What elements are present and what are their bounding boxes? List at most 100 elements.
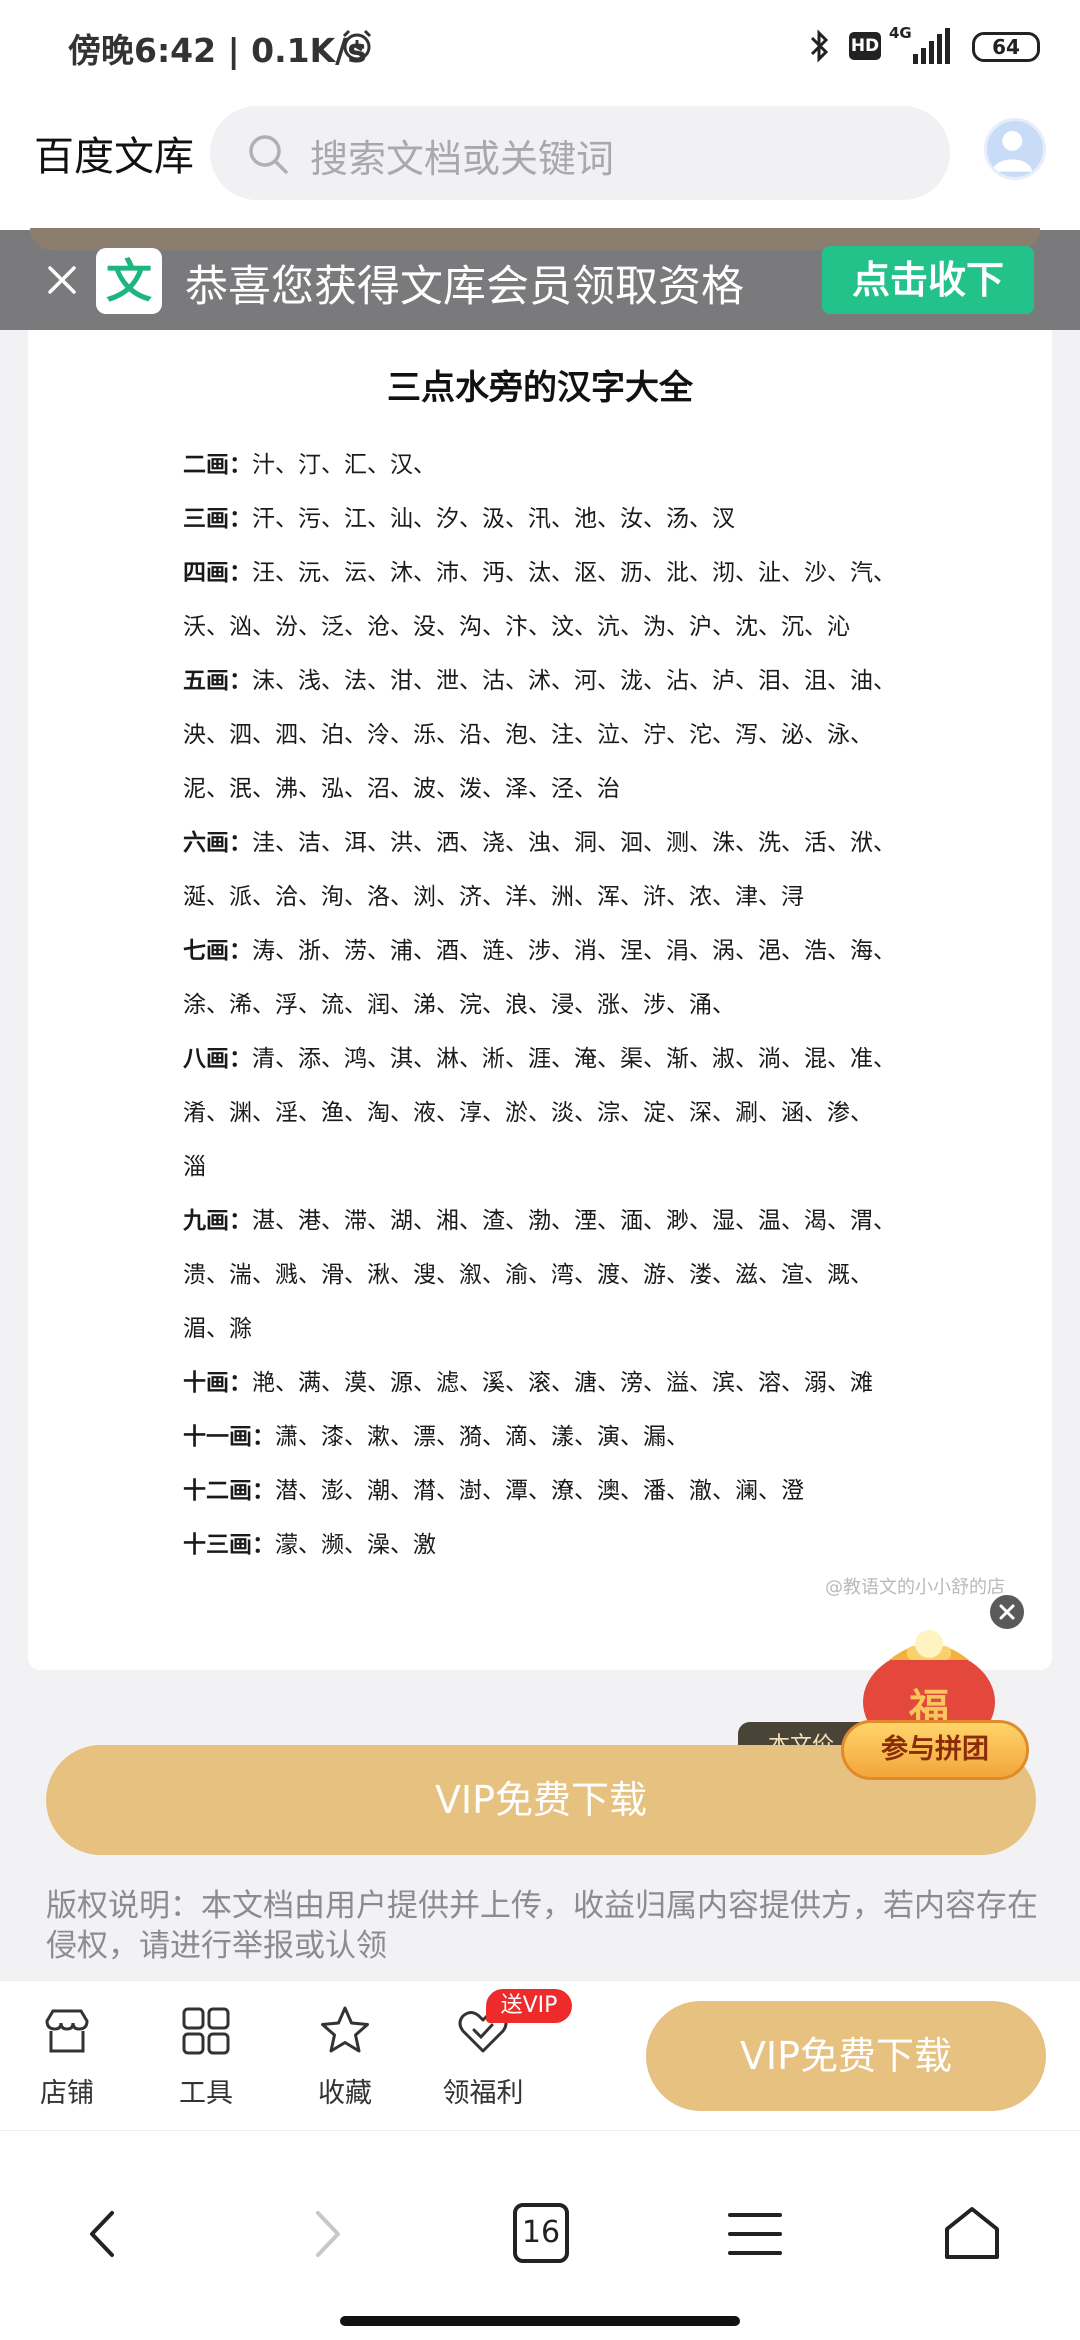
character-list: 泥、泯、沸、泓、沼、波、泼、泽、泾、治 bbox=[183, 776, 620, 802]
tabs-button[interactable]: 16 bbox=[513, 2203, 569, 2263]
bottom-action-bar: 店铺 工具 收藏 领福利 送VIP VIP免费下载 bbox=[0, 1980, 1080, 2130]
document-line: 沃、汹、汾、泛、沧、没、沟、汴、汶、沆、沩、沪、沈、沉、沁 bbox=[183, 600, 943, 654]
battery-icon: 64 bbox=[972, 32, 1040, 62]
network-type: 4G bbox=[889, 24, 912, 42]
back-icon[interactable] bbox=[70, 2199, 140, 2269]
close-icon[interactable] bbox=[42, 260, 82, 300]
document-line: 十二画：潜、澎、潮、潸、澍、潭、潦、澳、潘、澈、澜、澄 bbox=[183, 1464, 943, 1518]
stroke-count-label: 十画： bbox=[183, 1369, 252, 1396]
store-label: 店铺 bbox=[40, 2078, 94, 2109]
star-icon bbox=[321, 2006, 369, 2053]
document-line: 淄 bbox=[183, 1140, 943, 1194]
hd-icon: HD bbox=[849, 32, 881, 60]
document-line: 六画：洼、洁、洱、洪、洒、浇、浊、洞、洄、测、洙、洗、活、洑、 bbox=[183, 816, 943, 870]
member-promo-banner: 文 恭喜您获得文库会员领取资格 点击收下 bbox=[0, 228, 1080, 330]
character-list: 汗、污、江、汕、汐、汲、汛、池、汝、汤、汊 bbox=[252, 506, 735, 532]
claim-button[interactable]: 点击收下 bbox=[822, 246, 1034, 314]
store-button[interactable]: 店铺 bbox=[12, 2003, 122, 2123]
stroke-count-label: 二画： bbox=[183, 451, 252, 478]
stroke-count-label: 十二画： bbox=[183, 1477, 275, 1504]
wenku-logo-icon: 文 bbox=[96, 248, 162, 314]
document-title: 三点水旁的汉字大全 bbox=[387, 368, 693, 408]
character-list: 汁、汀、汇、汉、 bbox=[252, 452, 436, 478]
bluetooth-icon bbox=[810, 29, 829, 63]
document-line: 五画：沫、浅、法、泔、泄、沽、沭、河、泷、沾、泸、泪、沮、油、 bbox=[183, 654, 943, 708]
character-list: 濛、濒、澡、激 bbox=[275, 1532, 436, 1558]
search-placeholder: 搜索文档或关键词 bbox=[310, 137, 615, 181]
home-indicator bbox=[340, 2316, 740, 2326]
character-list: 淆、渊、淫、渔、淘、液、淳、淤、淡、淙、淀、深、涮、涵、渗、 bbox=[183, 1100, 873, 1126]
widget-close-button[interactable] bbox=[987, 1592, 1027, 1632]
document-body: 二画：汁、汀、汇、汉、 三画：汗、污、江、汕、汐、汲、汛、池、汝、汤、汊 四画：汪、… bbox=[183, 438, 943, 1572]
stroke-count-label: 七画： bbox=[183, 937, 252, 964]
stroke-count-label: 五画： bbox=[183, 667, 252, 694]
stroke-count-label: 三画： bbox=[183, 505, 252, 532]
stroke-count-label: 九画： bbox=[183, 1207, 252, 1234]
document-line: 二画：汁、汀、汇、汉、 bbox=[183, 438, 943, 492]
banner-text: 恭喜您获得文库会员领取资格 bbox=[185, 262, 744, 312]
document-line: 三画：汗、污、江、汕、汐、汲、汛、池、汝、汤、汊 bbox=[183, 492, 943, 546]
document-line: 涎、派、洽、洵、洛、浏、济、洋、洲、浑、浒、浓、津、浔 bbox=[183, 870, 943, 924]
stroke-count-label: 十三画： bbox=[183, 1531, 275, 1558]
character-list: 汪、沅、沄、沐、沛、沔、汰、沤、沥、沘、沏、沚、沙、汽、 bbox=[252, 560, 896, 586]
search-input[interactable]: 搜索文档或关键词 bbox=[210, 106, 950, 200]
tools-button[interactable]: 工具 bbox=[151, 2003, 261, 2123]
avatar[interactable] bbox=[984, 118, 1046, 180]
alarm-icon bbox=[342, 29, 372, 61]
document-line: 十三画：濛、濒、澡、激 bbox=[183, 1518, 943, 1572]
document-line: 泱、泗、泗、泊、泠、泺、沿、泡、注、泣、泞、沱、泻、泌、泳、 bbox=[183, 708, 943, 762]
vip-gift-badge: 送VIP bbox=[486, 1989, 572, 2023]
status-time: 傍晚6:42 | 0.1K/s bbox=[68, 31, 367, 70]
character-list: 淄 bbox=[183, 1154, 206, 1180]
favorite-label: 收藏 bbox=[318, 2078, 372, 2109]
document-line: 十画：滟、满、漠、源、滤、溪、滚、溏、滂、溢、滨、溶、溺、滩 bbox=[183, 1356, 943, 1410]
store-icon bbox=[45, 2009, 89, 2053]
document-line: 溃、湍、溅、滑、湫、溲、溆、渝、湾、渡、游、溇、滋、渲、溉、 bbox=[183, 1248, 943, 1302]
character-list: 涂、浠、浮、流、润、涕、浣、浪、浸、涨、涉、涌、 bbox=[183, 992, 735, 1018]
document-line: 八画：清、添、鸿、淇、淋、淅、涯、淹、渠、渐、淑、淌、混、准、 bbox=[183, 1032, 943, 1086]
stroke-count-label: 八画： bbox=[183, 1045, 252, 1072]
document-line: 四画：汪、沅、沄、沐、沛、沔、汰、沤、沥、沘、沏、沚、沙、汽、 bbox=[183, 546, 943, 600]
document-preview: 三点水旁的汉字大全 二画：汁、汀、汇、汉、 三画：汗、污、江、汕、汐、汲、汛、池、… bbox=[28, 330, 1052, 1670]
character-list: 涎、派、洽、洵、洛、浏、济、洋、洲、浑、浒、浓、津、浔 bbox=[183, 884, 804, 910]
home-icon[interactable] bbox=[937, 2199, 1007, 2269]
document-line: 泥、泯、沸、泓、沼、波、泼、泽、泾、治 bbox=[183, 762, 943, 816]
join-group-button[interactable]: 参与拼团 bbox=[841, 1720, 1029, 1780]
grid-icon bbox=[182, 2007, 230, 2055]
character-list: 沫、浅、法、泔、泄、沽、沭、河、泷、沾、泸、泪、沮、油、 bbox=[252, 668, 896, 694]
vip-download-button-bottom[interactable]: VIP免费下载 bbox=[646, 2001, 1046, 2111]
favorite-button[interactable]: 收藏 bbox=[290, 2003, 400, 2123]
document-line: 湄、滁 bbox=[183, 1302, 943, 1356]
close-icon bbox=[999, 1604, 1015, 1620]
character-list: 洼、洁、洱、洪、洒、浇、浊、洞、洄、测、洙、洗、活、洑、 bbox=[252, 830, 896, 856]
document-line: 十一画：潇、漆、漱、漂、漪、滴、漾、演、漏、 bbox=[183, 1410, 943, 1464]
character-list: 潜、澎、潮、潸、澍、潭、潦、澳、潘、澈、澜、澄 bbox=[275, 1478, 804, 1504]
character-list: 湛、港、滞、湖、湘、渣、渤、湮、湎、渺、湿、温、渴、渭、 bbox=[252, 1208, 896, 1234]
forward-icon[interactable] bbox=[290, 2199, 360, 2269]
document-line: 七画：涛、浙、涝、浦、酒、涟、涉、消、涅、涓、涡、浥、浩、海、 bbox=[183, 924, 943, 978]
app-title[interactable]: 百度文库 bbox=[34, 124, 194, 182]
document-line: 淆、渊、淫、渔、淘、液、淳、淤、淡、淙、淀、深、涮、涵、渗、 bbox=[183, 1086, 943, 1140]
user-icon bbox=[992, 130, 1033, 172]
copyright-notice: 版权说明：本文档由用户提供并上传，收益归属内容提供方，若内容存在侵权，请进行举报… bbox=[46, 1888, 1038, 1964]
character-list: 泱、泗、泗、泊、泠、泺、沿、泡、注、泣、泞、沱、泻、泌、泳、 bbox=[183, 722, 873, 748]
character-list: 涛、浙、涝、浦、酒、涟、涉、消、涅、涓、涡、浥、浩、海、 bbox=[252, 938, 896, 964]
stroke-count-label: 四画： bbox=[183, 559, 252, 586]
character-list: 清、添、鸿、淇、淋、淅、涯、淹、渠、渐、淑、淌、混、准、 bbox=[252, 1046, 896, 1072]
search-icon bbox=[249, 135, 288, 174]
browser-nav-bar: 16 bbox=[0, 2130, 1080, 2340]
group-buy-widget[interactable]: 福 参与拼团 bbox=[835, 1590, 1035, 1790]
document-line: 涂、浠、浮、流、润、涕、浣、浪、浸、涨、涉、涌、 bbox=[183, 978, 943, 1032]
benefits-label: 领福利 bbox=[442, 2078, 524, 2109]
character-list: 溃、湍、溅、滑、湫、溲、溆、渝、湾、渡、游、溇、滋、渲、溉、 bbox=[183, 1262, 873, 1288]
character-list: 湄、滁 bbox=[183, 1316, 252, 1342]
signal-icon: 4G bbox=[889, 24, 951, 66]
character-list: 沃、汹、汾、泛、沧、没、沟、汴、汶、沆、沩、沪、沈、沉、沁 bbox=[183, 614, 850, 640]
menu-icon[interactable] bbox=[720, 2199, 790, 2269]
document-line: 九画：湛、港、滞、湖、湘、渣、渤、湮、湎、渺、湿、温、渴、渭、 bbox=[183, 1194, 943, 1248]
character-list: 滟、满、漠、源、滤、溪、滚、溏、滂、溢、滨、溶、溺、滩 bbox=[252, 1370, 873, 1396]
stroke-count-label: 六画： bbox=[183, 829, 252, 856]
top-header: 百度文库 搜索文档或关键词 bbox=[0, 96, 1080, 230]
tools-label: 工具 bbox=[179, 2078, 233, 2109]
status-bar: 傍晚6:42 | 0.1K/s HD 4G 64 bbox=[0, 0, 1080, 96]
